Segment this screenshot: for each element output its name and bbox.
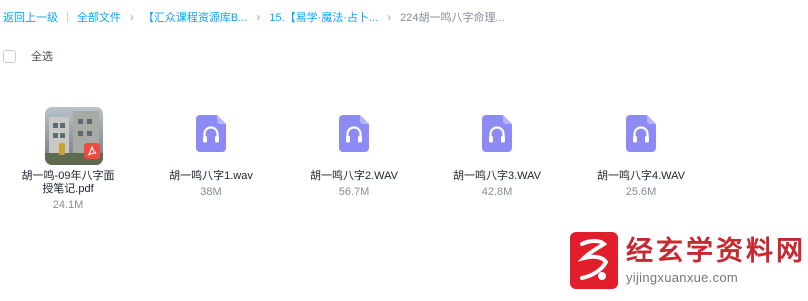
breadcrumb: 返回上一级 | 全部文件 › 【汇众课程资源库B... › 15.【易学·魔法·… [3,8,505,26]
select-all-label: 全选 [31,51,53,63]
breadcrumb-item-1[interactable]: 【汇众课程资源库B... [143,9,248,25]
breadcrumb-current: 224胡一鸣八字命理... [400,12,505,24]
audio-icon [482,115,512,152]
select-all-checkbox[interactable] [3,49,16,63]
watermark-logo-icon [570,232,618,289]
back-link[interactable]: 返回上一级 [3,9,58,25]
file-name: 胡一鸣八字1.wav [169,170,253,182]
breadcrumb-item-2[interactable]: 15.【易学·魔法·占卜... [269,9,378,25]
file-name: 胡一鸣八字2.WAV [309,170,398,182]
audio-file-thumbnail [324,103,384,163]
file-item-audio-2[interactable]: 胡一鸣八字2.WAV 56.7M [279,103,429,198]
site-watermark: 经玄学资料网 yijingxuanxue.com [567,220,808,301]
file-item-audio-4[interactable]: 胡一鸣八字4.WAV 25.6M [566,103,716,198]
file-item-pdf[interactable]: 胡一鸣-09年八字面授笔记.pdf 24.1M [0,103,143,211]
audio-icon [339,115,369,152]
chevron-right-icon: › [256,10,261,24]
breadcrumb-all-files[interactable]: 全部文件 [77,9,121,25]
file-size: 24.1M [52,199,84,211]
file-size: 38M [200,186,222,198]
chevron-right-icon: › [129,10,134,24]
audio-file-thumbnail [467,103,527,163]
watermark-title: 经玄学资料网 [626,235,806,267]
file-name: 胡一鸣八字3.WAV [452,170,541,182]
chevron-right-icon: › [387,10,392,24]
audio-icon [196,115,226,152]
file-size: 42.8M [481,186,513,198]
file-item-audio-1[interactable]: 胡一鸣八字1.wav 38M [136,103,286,198]
file-item-audio-3[interactable]: 胡一鸣八字3.WAV 42.8M [422,103,572,198]
breadcrumb-divider: | [66,11,69,23]
watermark-url: yijingxuanxue.com [626,269,739,285]
file-name: 胡一鸣八字4.WAV [596,170,685,182]
audio-file-thumbnail [181,103,241,163]
pdf-thumbnail [38,103,103,165]
audio-file-thumbnail [611,103,671,163]
file-browser: 返回上一级 | 全部文件 › 【汇众课程资源库B... › 15.【易学·魔法·… [0,0,808,301]
file-size: 56.7M [338,186,370,198]
file-size: 25.6M [625,186,657,198]
select-all-control[interactable]: 全选 [3,49,53,63]
pdf-icon [84,143,100,159]
file-name: 胡一鸣-09年八字面授笔记.pdf [21,170,115,195]
audio-icon [626,115,656,152]
